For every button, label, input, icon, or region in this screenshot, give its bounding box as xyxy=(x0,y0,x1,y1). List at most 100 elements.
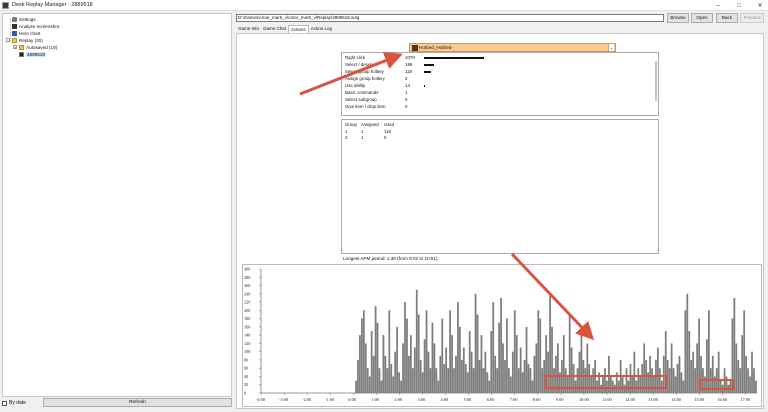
minimize-button[interactable]: – xyxy=(714,3,722,9)
apm-bar xyxy=(598,372,600,393)
apm-bar xyxy=(362,310,365,393)
replay-icon xyxy=(19,51,24,57)
tree-item-label: Hero chart xyxy=(19,30,41,36)
apm-bar xyxy=(680,372,683,393)
apm-bar xyxy=(439,355,442,393)
apm-bar xyxy=(572,364,575,393)
apm-bar xyxy=(566,376,569,393)
x-tick-label: 16:00 xyxy=(717,397,727,402)
apm-bar xyxy=(625,368,628,393)
apm-bar xyxy=(374,306,377,393)
apm-bar xyxy=(364,343,367,393)
apm-bar xyxy=(647,372,649,393)
apm-bar xyxy=(359,335,361,393)
apm-bar xyxy=(419,359,422,393)
tree-item-analyze-screenshot[interactable]: Analyze screenshot xyxy=(12,23,59,29)
apm-bar xyxy=(737,359,740,393)
y-tick-label: 240 xyxy=(244,291,250,296)
apm-bar xyxy=(645,359,648,393)
apm-bar xyxy=(529,368,532,393)
apm-bar xyxy=(629,364,632,393)
apm-bar xyxy=(735,343,738,393)
apm-bar xyxy=(513,310,516,393)
apm-bar xyxy=(715,368,718,393)
x-tick-label: 14:00 xyxy=(671,397,681,402)
apm-bar xyxy=(447,368,450,393)
tree-item-label: Settings xyxy=(19,16,36,22)
apm-bar xyxy=(511,351,514,393)
apm-bar xyxy=(464,364,467,393)
apm-bar xyxy=(476,314,479,393)
stat-label: Select / deselect xyxy=(345,62,378,67)
apm-bar xyxy=(723,368,726,393)
apm-bar xyxy=(578,351,581,393)
camera-icon xyxy=(12,23,17,29)
x-tick-label: -3:00 xyxy=(279,397,288,402)
replay-path-input[interactable]: D:\Games\cmar_mar5_v\cmar_mar5_v\Replay\… xyxy=(236,14,664,22)
stat-value: 14 xyxy=(405,83,410,88)
tree-item-replay-file[interactable]: 2889518 xyxy=(19,51,46,57)
apm-bar xyxy=(451,335,453,393)
tab-game-info[interactable]: Game Info xyxy=(236,25,261,33)
tab-game-chat[interactable]: Game Chat xyxy=(261,25,288,33)
apm-bar xyxy=(506,318,508,393)
apm-bar xyxy=(739,368,742,393)
stat-label: Basic commands xyxy=(345,90,379,95)
apm-bar xyxy=(478,359,481,393)
apm-bar xyxy=(443,364,446,393)
apm-bar xyxy=(596,380,599,393)
browse-button[interactable]: Browse xyxy=(667,13,689,23)
apm-bar xyxy=(700,355,702,393)
by-date-checkbox[interactable] xyxy=(2,400,7,406)
stats-scrollbar[interactable] xyxy=(655,61,657,101)
tree-item-settings[interactable]: Settings xyxy=(12,16,36,22)
tree-item-replay[interactable]: - Replay (20) xyxy=(6,37,43,43)
column-header: Group xyxy=(345,122,357,127)
apm-bar xyxy=(527,364,530,393)
x-tick-label: 8:00 xyxy=(533,397,541,402)
apm-bar xyxy=(707,310,710,393)
apm-bar xyxy=(617,380,620,393)
tree-item-autosaved[interactable]: + Autosaved (19) xyxy=(13,44,57,50)
apm-bar xyxy=(427,351,430,393)
apm-bar xyxy=(637,368,640,393)
gear-icon xyxy=(12,16,17,22)
apm-bar xyxy=(372,355,375,393)
stat-value: 1 xyxy=(405,90,408,95)
table-cell: 0 xyxy=(384,135,387,140)
y-tick-label: 140 xyxy=(244,333,250,338)
expand-toggle[interactable]: + xyxy=(13,45,17,50)
action-stats-list[interactable]: Right click 1070 Select / deselect 186 Selec… xyxy=(341,52,659,116)
apm-bar xyxy=(558,372,561,393)
chevron-down-icon[interactable]: ⌄ xyxy=(608,44,614,51)
apm-bar xyxy=(588,364,591,393)
stat-value: 186 xyxy=(405,62,413,67)
apm-bar xyxy=(555,355,557,393)
group-hotkey-table[interactable]: Group Assigned Used 1 1 118 3 1 0 xyxy=(341,119,659,254)
player-select[interactable]: Hotbed_Hotbed- ⌄ xyxy=(409,43,616,52)
apm-bar xyxy=(535,343,538,393)
refresh-button[interactable]: Refresh xyxy=(43,398,232,407)
x-tick-label: 12:00 xyxy=(625,397,635,402)
collapse-toggle[interactable]: - xyxy=(6,38,10,43)
open-button[interactable]: Open xyxy=(691,13,713,23)
apm-bar xyxy=(490,331,493,393)
apm-bar xyxy=(415,289,418,393)
apm-bar xyxy=(378,368,381,393)
tree-item-hero-chart[interactable]: Hero chart xyxy=(12,30,40,36)
apm-bar xyxy=(388,310,391,393)
close-button[interactable]: ✕ xyxy=(756,2,764,9)
player-race-icon xyxy=(412,44,418,51)
maximize-button[interactable]: □ xyxy=(735,3,743,9)
replay-tree[interactable]: Settings Analyze screenshot Hero chart -… xyxy=(2,13,232,397)
apm-bar xyxy=(660,380,663,393)
forward-button[interactable]: Forward xyxy=(740,13,764,23)
apm-bar xyxy=(508,368,510,393)
apm-bar xyxy=(584,368,587,393)
back-button[interactable]: Back xyxy=(716,13,738,23)
tab-actions[interactable]: Actions xyxy=(288,25,309,33)
table-cell: 3 xyxy=(345,135,348,140)
apm-bar xyxy=(413,347,416,393)
tab-action-log[interactable]: Action Log xyxy=(309,25,334,33)
stat-label: Give item / drop item xyxy=(345,104,386,109)
